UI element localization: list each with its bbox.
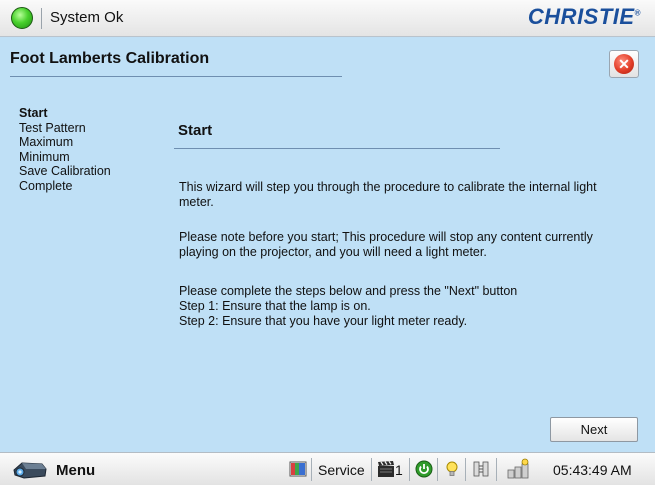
brand-registered-mark: ® — [634, 8, 641, 18]
top-status-bar: System Ok CHRISTIE® — [0, 0, 655, 37]
close-circle-icon: ✕ — [614, 54, 634, 74]
section-title: Start — [178, 122, 213, 139]
taskbar-separator — [409, 458, 410, 481]
status-ok-icon — [11, 7, 33, 29]
clapperboard-icon[interactable] — [377, 460, 395, 478]
page-title: Foot Lamberts Calibration — [10, 50, 210, 67]
instruction-step-2: Step 2: Ensure that you have your light … — [179, 314, 468, 328]
bottom-taskbar: Menu Service 1 05:43:49 AM — [0, 452, 655, 485]
taskbar-separator — [437, 458, 438, 481]
step-save-calibration: Save Calibration — [19, 164, 111, 178]
step-complete: Complete — [19, 178, 73, 193]
instructions-block: Please complete the steps below and pres… — [179, 284, 624, 329]
clock-text: 05:43:49 AM — [553, 462, 632, 478]
taskbar-separator — [371, 458, 372, 481]
next-button[interactable]: Next — [550, 417, 638, 442]
projector-icon[interactable] — [12, 458, 48, 482]
christie-logo: CHRISTIE® — [528, 4, 641, 30]
lamp-icon[interactable] — [443, 460, 461, 478]
channel-number: 1 — [395, 462, 403, 478]
step-start: Start — [19, 106, 48, 120]
step-minimum: Minimum — [19, 149, 70, 164]
instruction-step-1: Step 1: Ensure that the lamp is on. — [179, 299, 371, 313]
close-button[interactable]: ✕ — [609, 50, 639, 78]
step-maximum: Maximum — [19, 135, 74, 149]
status-separator — [41, 8, 42, 29]
wizard-panel: Foot Lamberts Calibration ✕ Start Test P… — [0, 38, 655, 450]
section-divider — [174, 148, 500, 149]
server-icon[interactable] — [506, 458, 530, 480]
title-divider — [10, 76, 342, 77]
brand-name: CHRISTIE — [527, 4, 635, 29]
system-status-text: System Ok — [50, 9, 124, 26]
taskbar-separator — [311, 458, 312, 481]
taskbar-separator — [496, 458, 497, 481]
service-label[interactable]: Service — [318, 462, 365, 478]
power-icon[interactable] — [415, 460, 433, 478]
wizard-steps-list: Start Test Pattern Maximum Minimum Save … — [19, 106, 111, 193]
test-pattern-icon[interactable] — [289, 460, 307, 478]
intro-paragraph: This wizard will step you through the pr… — [179, 180, 597, 209]
taskbar-separator — [465, 458, 466, 481]
network-icon[interactable] — [472, 460, 490, 478]
instructions-intro: Please complete the steps below and pres… — [179, 284, 518, 298]
warning-paragraph: Please note before you start; This proce… — [179, 230, 593, 259]
step-test-pattern: Test Pattern — [19, 120, 86, 135]
menu-button[interactable]: Menu — [56, 462, 95, 479]
